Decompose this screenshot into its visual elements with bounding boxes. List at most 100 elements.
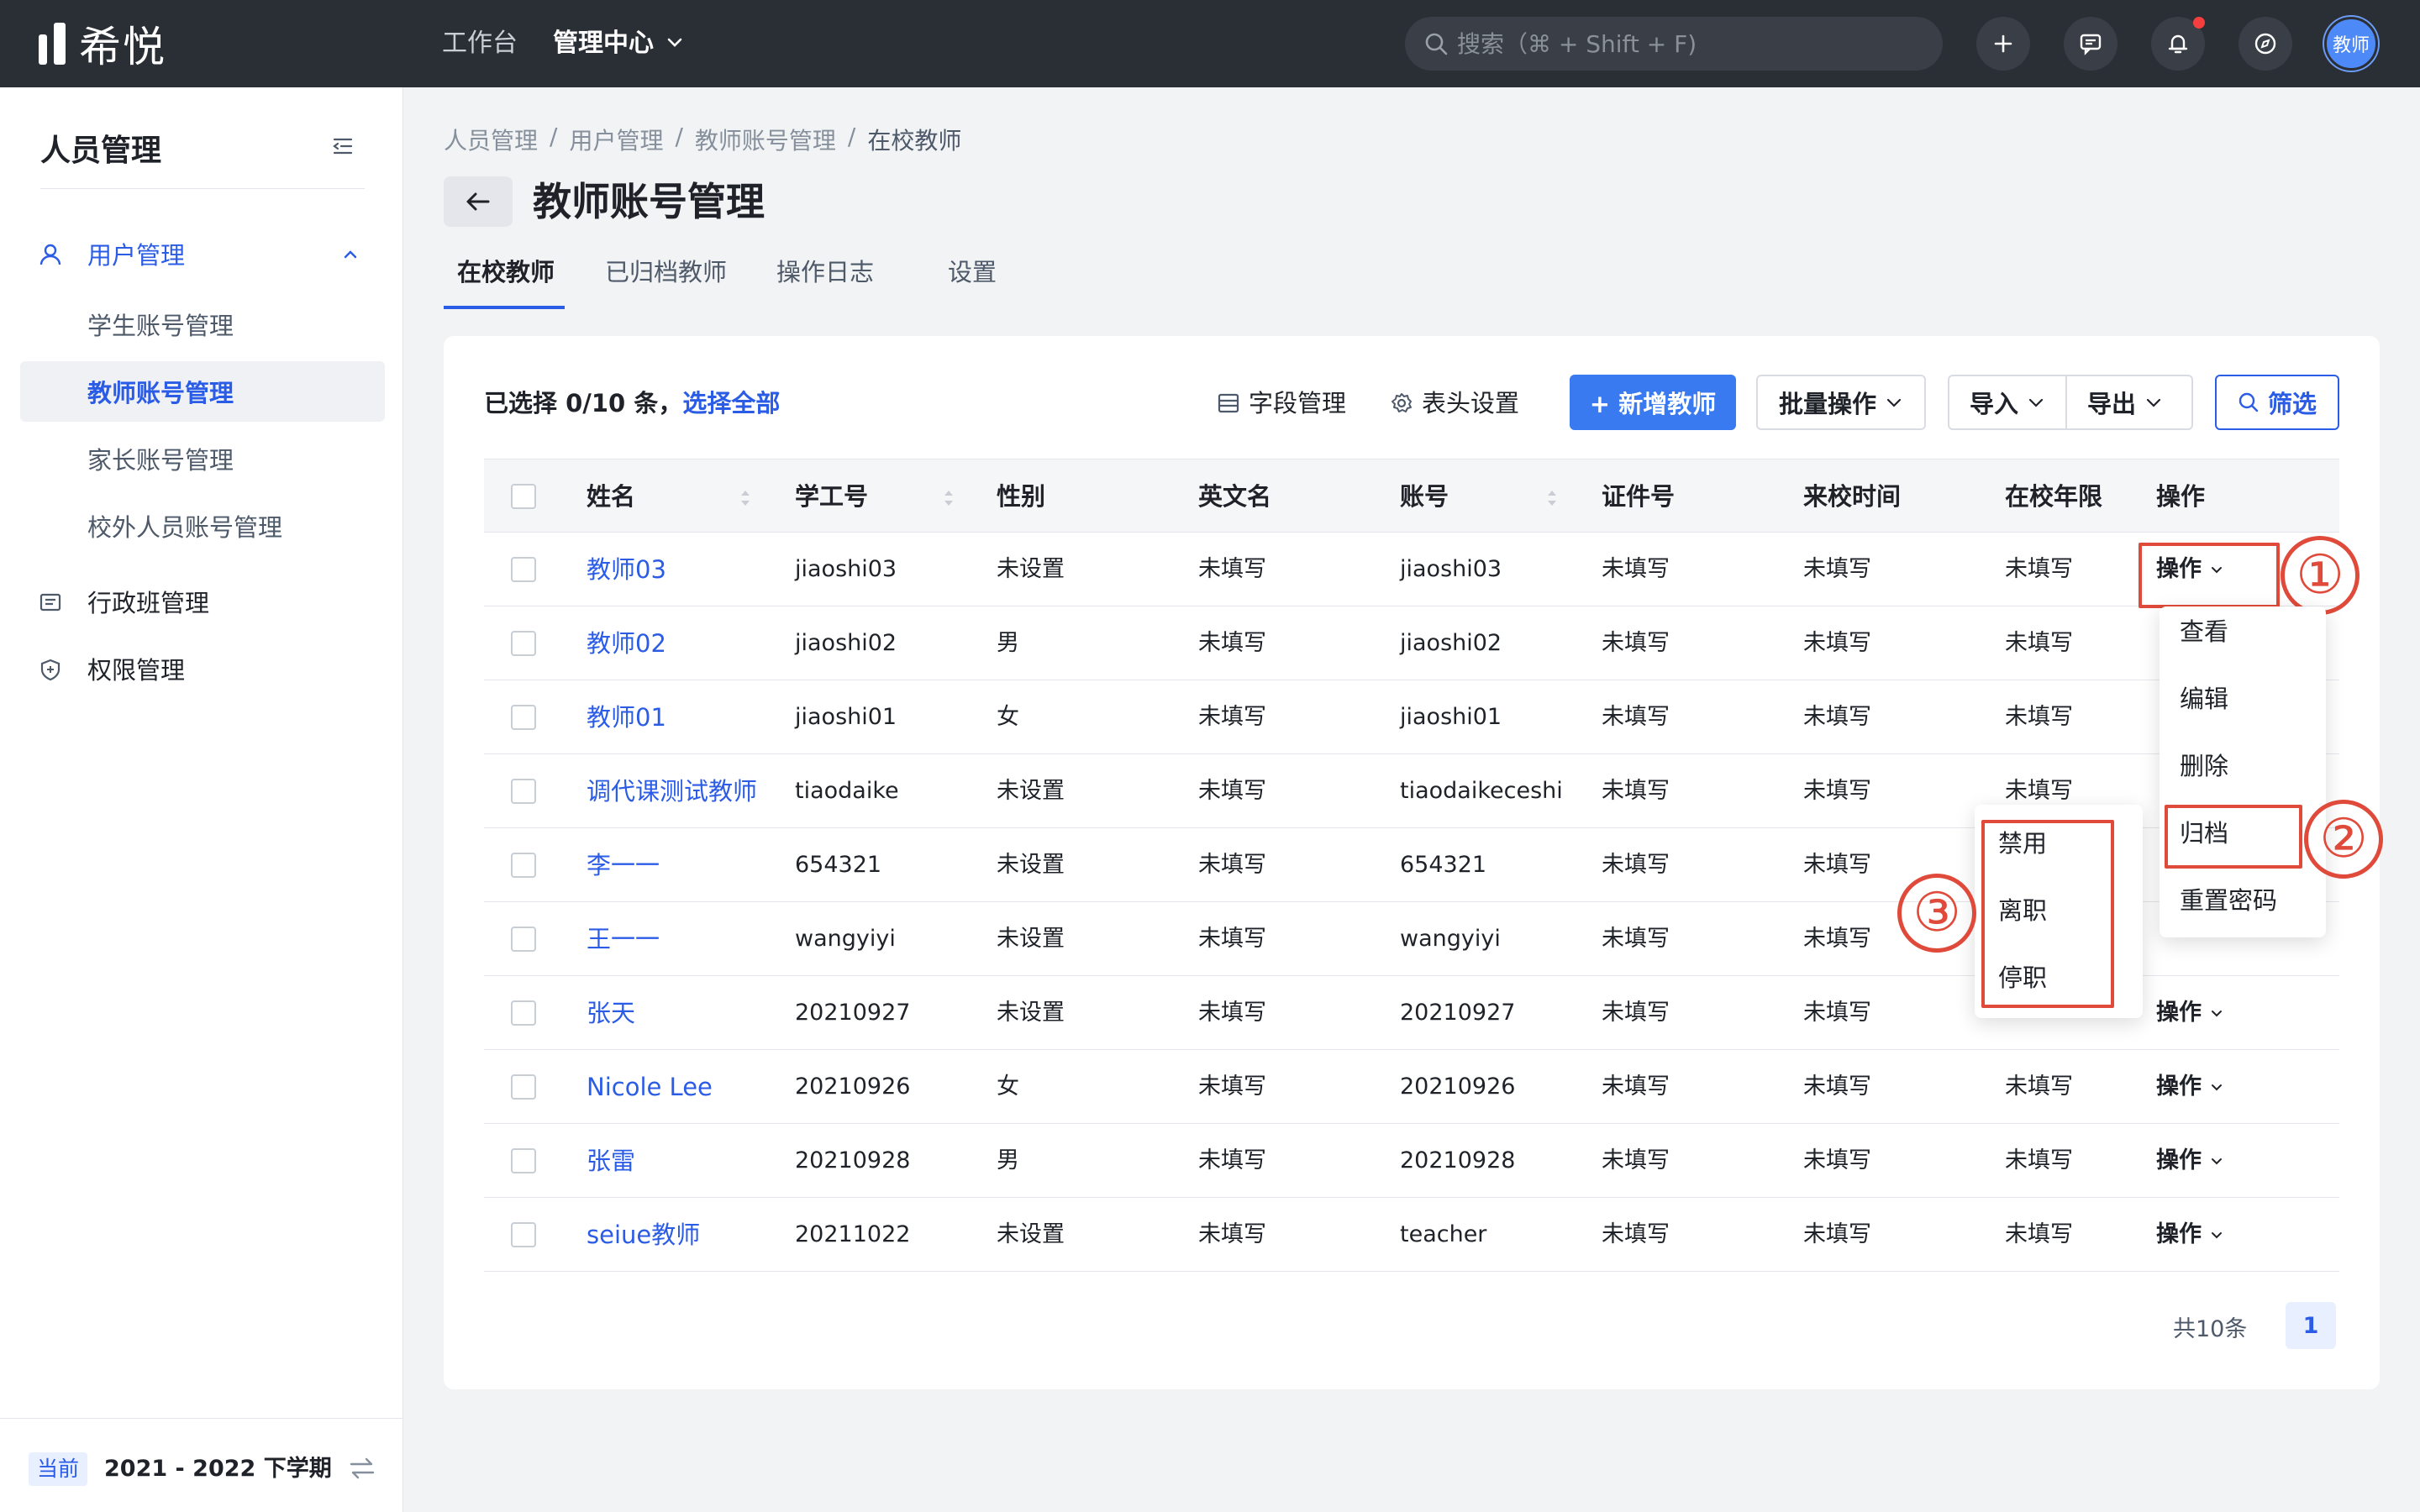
cell-name[interactable]: 王一一 [587, 902, 660, 976]
row-checkbox[interactable] [511, 1074, 536, 1100]
cell-name[interactable]: 教师01 [587, 680, 666, 754]
filter-button[interactable]: 筛选 [2215, 375, 2339, 430]
cell-name[interactable]: 教师03 [587, 533, 666, 606]
breadcrumb-item[interactable]: 教师账号管理 [695, 123, 836, 156]
row-actions-dropdown[interactable]: 操作 [2156, 1198, 2225, 1272]
plus-icon [1994, 34, 2012, 53]
global-search[interactable] [1405, 17, 1943, 71]
sort-icon[interactable] [1544, 486, 1560, 510]
menu-item-edit[interactable]: 编辑 [2180, 682, 2228, 716]
cell-english-name: 未填写 [1198, 1221, 1266, 1247]
menu-item-reset-password[interactable]: 重置密码 [2180, 884, 2277, 917]
chevron-down-icon[interactable] [664, 32, 686, 54]
sidebar-group-permissions[interactable]: 权限管理 [20, 638, 385, 699]
add-button[interactable] [1976, 17, 2030, 71]
column-header-join-date: 来校时间 [1803, 482, 1902, 511]
sidebar-group-label: 权限管理 [87, 656, 186, 685]
import-button[interactable]: 导入 [1949, 376, 2065, 428]
select-all-checkbox[interactable] [511, 484, 536, 509]
breadcrumb: 人员管理 / 用户管理 / 教师账号管理 / 在校教师 [444, 123, 961, 156]
row-checkbox[interactable] [511, 779, 536, 804]
row-actions-label: 操作 [2156, 1221, 2202, 1247]
row-actions-label: 操作 [2156, 1074, 2202, 1100]
cell-name[interactable]: 李一一 [587, 828, 660, 902]
back-button[interactable] [444, 176, 513, 227]
row-actions-dropdown[interactable]: 操作 [2156, 976, 2225, 1050]
nav-workbench[interactable]: 工作台 [442, 25, 518, 62]
cell-english-name: 未填写 [1198, 704, 1266, 730]
swap-icon[interactable] [348, 1456, 376, 1481]
help-button[interactable] [2238, 17, 2292, 71]
add-teacher-button[interactable]: + 新增教师 [1570, 375, 1736, 430]
cell-name[interactable]: 调代课测试教师 [587, 754, 757, 828]
annotation-marker: ① [2281, 536, 2360, 615]
row-checkbox[interactable] [511, 927, 536, 952]
breadcrumb-item[interactable]: 用户管理 [569, 123, 663, 156]
cell-account: teacher [1400, 1221, 1487, 1247]
avatar[interactable]: 教师 [2324, 17, 2378, 71]
cell-name[interactable]: 张天 [587, 976, 635, 1050]
row-actions-dropdown[interactable]: 操作 [2156, 1124, 2225, 1198]
cell-name[interactable]: 教师02 [587, 606, 666, 680]
sidebar-group-class-management[interactable]: 行政班管理 [20, 571, 385, 632]
cell-staff-id: 20211022 [795, 1221, 911, 1247]
cell-join-date: 未填写 [1803, 630, 1871, 656]
pagination-page[interactable]: 1 [2286, 1302, 2336, 1349]
breadcrumb-separator: / [675, 123, 683, 150]
search-input[interactable] [1457, 29, 1928, 58]
chevron-up-icon[interactable] [341, 245, 360, 264]
row-checkbox[interactable] [511, 631, 536, 656]
breadcrumb-item[interactable]: 人员管理 [444, 123, 538, 156]
cell-account: 654321 [1400, 852, 1487, 878]
field-manage-button[interactable]: 字段管理 [1217, 386, 1346, 420]
sidebar-group-user-management[interactable]: 用户管理 [20, 223, 385, 284]
cell-gender: 未设置 [997, 1000, 1065, 1026]
tab-archived-teachers[interactable]: 已归档教师 [605, 252, 727, 309]
cell-id-number: 未填写 [1602, 1000, 1670, 1026]
sidebar-item-parent-accounts[interactable]: 家长账号管理 [20, 428, 385, 489]
messages-button[interactable] [2064, 17, 2118, 71]
collapse-sidebar-icon[interactable] [329, 133, 356, 160]
sidebar-item-label: 校外人员账号管理 [87, 513, 283, 542]
row-checkbox[interactable] [511, 1000, 536, 1026]
cell-staff-id: 20210927 [795, 1000, 911, 1026]
column-header-staff-id: 学工号 [795, 482, 869, 511]
column-header-actions: 操作 [2156, 482, 2206, 511]
row-checkbox[interactable] [511, 853, 536, 878]
app-logo[interactable]: 希悦 [39, 20, 166, 71]
header-settings-button[interactable]: 表头设置 [1390, 386, 1519, 420]
sidebar-item-teacher-accounts[interactable]: 教师账号管理 [20, 361, 385, 422]
menu-item-view[interactable]: 查看 [2180, 615, 2228, 648]
cell-join-date: 未填写 [1803, 556, 1871, 582]
nav-admin-center[interactable]: 管理中心 [553, 25, 654, 62]
term-switcher[interactable]: 当前 2021 - 2022 下学期 [0, 1418, 403, 1512]
sidebar-item-external-accounts[interactable]: 校外人员账号管理 [20, 496, 385, 556]
batch-operations-button[interactable]: 批量操作 [1756, 375, 1926, 430]
sort-icon[interactable] [738, 486, 753, 510]
row-checkbox[interactable] [511, 1222, 536, 1247]
menu-item-delete[interactable]: 删除 [2180, 749, 2228, 783]
row-checkbox[interactable] [511, 1148, 536, 1173]
operation-menu: 查看 编辑 删除 归档 重置密码 [2160, 606, 2326, 937]
tab-indicator [444, 306, 565, 309]
filter-label: 筛选 [2267, 390, 2317, 418]
table-row: seiue教师 20211022 未设置 未填写 teacher 未填写 未填写 未填写 操作 [484, 1198, 2339, 1272]
row-checkbox[interactable] [511, 705, 536, 730]
chevron-down-icon [2028, 398, 2044, 407]
export-button[interactable]: 导出 [2065, 376, 2183, 428]
sort-icon[interactable] [941, 486, 956, 510]
row-checkbox[interactable] [511, 557, 536, 582]
field-manage-label: 字段管理 [1249, 389, 1347, 417]
sidebar-item-student-accounts[interactable]: 学生账号管理 [20, 294, 385, 354]
tab-settings[interactable]: 设置 [948, 252, 997, 309]
cell-name[interactable]: seiue教师 [587, 1198, 700, 1272]
select-all-link[interactable]: 选择全部 [682, 389, 780, 417]
highlight-box [2165, 805, 2302, 869]
tab-operation-log[interactable]: 操作日志 [776, 252, 874, 309]
cell-name[interactable]: 张雷 [587, 1124, 635, 1198]
row-actions-dropdown[interactable]: 操作 [2156, 1050, 2225, 1124]
tab-active-teachers[interactable]: 在校教师 [457, 252, 555, 309]
cell-name[interactable]: Nicole Lee [587, 1050, 713, 1124]
cell-account: jiaoshi01 [1400, 704, 1502, 730]
cell-gender: 未设置 [997, 852, 1065, 878]
